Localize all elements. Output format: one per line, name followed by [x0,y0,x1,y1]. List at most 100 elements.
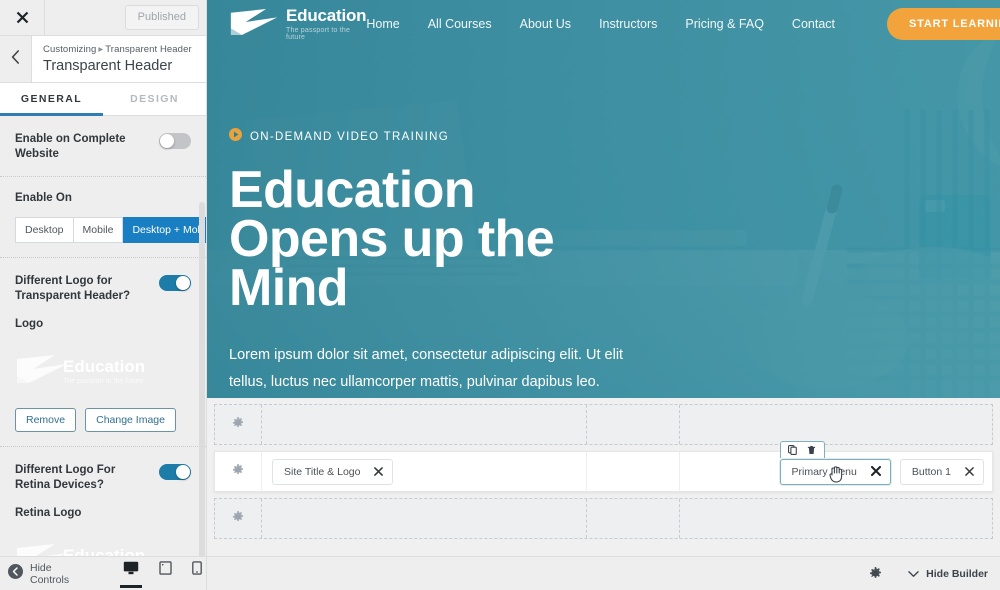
logo-change-image-button[interactable]: Change Image [85,408,176,432]
enable-on-label: Enable On [15,192,72,204]
enable-complete-website-label: Enable on Complete Website [15,133,126,160]
nav-link-instructors[interactable]: Instructors [599,17,657,31]
nav-link-about-us[interactable]: About Us [520,17,571,31]
builder-column-left[interactable] [262,405,586,444]
customizer-sidebar: Published Customizing ▸ Transparent Header… [0,0,207,590]
customizer-topbar: Published [0,0,206,36]
play-circle-icon [229,128,242,146]
header-builder: Site Title & Logo Primary Menu Button 1 … [207,398,1000,590]
gear-icon [232,416,244,434]
logo-remove-button[interactable]: Remove [15,408,77,432]
published-button-wrap: Published [45,0,206,35]
sidebar-scrollbar[interactable] [199,202,205,556]
site-brand[interactable]: Education The passport to the future [229,6,367,43]
panel-title-box: Customizing ▸ Transparent Header Transpare… [31,36,206,82]
builder-item-button-1[interactable]: Button 1 [899,458,984,485]
builder-column-center[interactable] [586,452,679,491]
remove-item-icon[interactable] [870,465,881,478]
retina-logo-toggle[interactable] [159,464,191,480]
hero-section: Education The passport to the future Hom… [207,0,1000,398]
section-enable-complete-website: Enable on Complete Website [0,116,206,176]
remove-item-icon[interactable] [374,466,384,478]
site-brand-tagline: The passport to the future [286,27,351,41]
builder-item-primary-menu[interactable]: Primary Menu [779,440,891,485]
hero-heading-line-2: Opens up the [229,210,555,268]
device-mobile-button[interactable] [188,559,206,588]
enable-on-option-desktop-mobile[interactable]: Desktop + Mobile [123,217,206,243]
site-preview: Education The passport to the future Hom… [207,0,1000,590]
nav-link-contact[interactable]: Contact [792,17,835,31]
hero-paragraph: Lorem ipsum dolor sit amet, consectetur … [229,347,624,390]
device-tablet-button[interactable] [155,559,176,588]
hero-heading-line-1: Education [229,161,476,219]
panel-tabs: GENERAL DESIGN [0,83,206,116]
builder-item-label: Primary Menu [791,465,857,478]
builder-column-right[interactable] [679,405,992,444]
builder-row-above-header[interactable] [214,404,993,445]
logo-mark-icon [229,6,279,43]
nav-link-home[interactable]: Home [366,17,399,31]
chevron-left-icon [11,49,20,69]
builder-column-right[interactable] [679,499,992,538]
row-settings-button[interactable] [215,452,262,491]
builder-settings-button[interactable] [869,567,882,580]
hero-eyebrow-text: ON-DEMAND VIDEO TRAINING [250,131,450,143]
different-logo-toggle[interactable] [159,275,191,291]
hide-builder-button[interactable]: Hide Builder [908,565,988,583]
row-settings-button[interactable] [215,499,262,538]
enable-on-option-mobile[interactable]: Mobile [73,217,124,243]
retina-logo-preview: Education The passport to the future [15,533,191,556]
desktop-icon [123,561,139,579]
retina-logo-sublabel: Retina Logo [15,507,82,519]
tab-general[interactable]: GENERAL [0,83,103,116]
nav-link-all-courses[interactable]: All Courses [428,17,492,31]
builder-row-primary-header[interactable]: Site Title & Logo Primary Menu Button 1 [214,440,993,492]
enable-on-option-desktop[interactable]: Desktop [15,217,74,243]
trash-icon[interactable] [807,445,816,455]
builder-item-label: Button 1 [911,465,951,478]
enable-complete-website-toggle[interactable] [159,133,191,149]
section-different-logo: Different Logo for Transparent Header? L… [0,257,206,446]
row-settings-button[interactable] [215,405,262,444]
page-title: Transparent Header [43,58,173,74]
logo-tagline: The passport to the future [63,377,144,385]
builder-column-left[interactable] [262,499,586,538]
toggle-knob [176,465,190,479]
published-button[interactable]: Published [124,5,199,30]
builder-column-center[interactable] [586,405,679,444]
gear-icon [232,463,244,481]
device-preview-switcher [119,559,206,588]
breadcrumb-prefix: Customizing [43,44,97,55]
back-button[interactable] [0,36,31,82]
hero-content: ON-DEMAND VIDEO TRAINING Education Opens… [229,128,629,396]
close-customizer-button[interactable] [0,0,45,35]
customizer-app: Published Customizing ▸ Transparent Header… [0,0,1000,590]
builder-row-below-header[interactable] [214,498,993,539]
tab-design[interactable]: DESIGN [103,83,206,115]
hero-heading: Education Opens up the Mind [229,161,629,317]
section-enable-on: Enable On Desktop Mobile Desktop + Mobil… [0,176,206,257]
builder-bottom-bar: Hide Builder [207,556,1000,590]
remove-item-icon[interactable] [965,466,974,478]
different-logo-label: Different Logo for Transparent Header? [15,275,131,302]
builder-column-center[interactable] [586,499,679,538]
builder-item-actions [779,440,825,458]
panel-body: Enable on Complete Website Enable On Des… [0,116,206,556]
gear-icon [232,510,244,528]
breadcrumb-separator: ▸ [98,44,104,55]
hide-controls-button[interactable]: Hide Controls [8,562,91,586]
logo-preview: Education The passport to the future [15,344,191,398]
nav-link-pricing-faq[interactable]: Pricing & FAQ [685,17,764,31]
device-desktop-button[interactable] [119,559,143,588]
hide-builder-label: Hide Builder [926,567,988,580]
hero-heading-line-3: Mind [229,259,349,317]
builder-column-left[interactable]: Site Title & Logo [262,452,586,491]
logo-mark-icon [15,541,69,556]
retina-logo-label: Different Logo For Retina Devices? [15,464,116,491]
builder-item-site-title-logo[interactable]: Site Title & Logo [272,458,394,485]
start-learning-button[interactable]: START LEARNING [887,8,1000,40]
duplicate-icon[interactable] [787,444,797,455]
toggle-knob [176,276,190,290]
hero-eyebrow: ON-DEMAND VIDEO TRAINING [229,128,629,146]
builder-column-right[interactable]: Primary Menu Button 1 [679,440,992,491]
